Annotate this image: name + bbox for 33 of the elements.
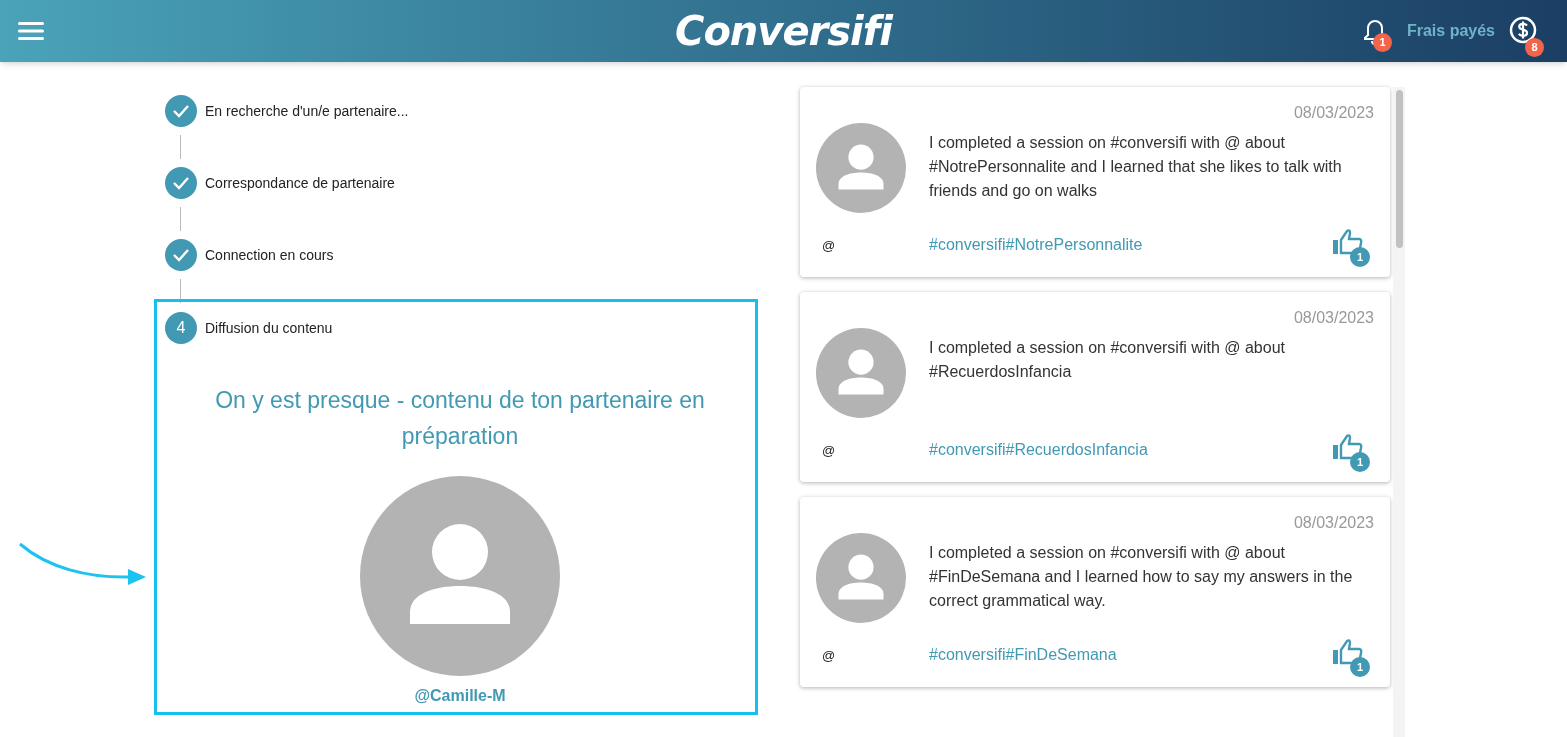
scrollbar-thumb[interactable]	[1395, 90, 1403, 248]
post-date: 08/03/2023	[1293, 103, 1374, 123]
avatar-icon	[360, 476, 560, 676]
step-label: Correspondance de partenaire	[205, 173, 395, 193]
notification-badge: 1	[1372, 33, 1392, 52]
like-count: 1	[1350, 247, 1370, 267]
step-number: 4	[165, 312, 197, 344]
hashtag-link[interactable]: #conversifi#FinDeSemana	[929, 643, 1330, 667]
partner-username[interactable]: @Camille-M	[414, 687, 506, 704]
post-text: I completed a session on #conversifi with @ about #NotrePersonnalite and I learned that she likes to talk with friends and go on walks	[929, 133, 1343, 201]
fees-link[interactable]: Frais payés	[1406, 19, 1495, 43]
step-label: Connection en cours	[205, 245, 334, 265]
post-text: I completed a session on #conversifi with @ about #FinDeSemana and I learned how to say my answers in the correct grammatical way.	[929, 543, 1354, 611]
avatar-icon	[816, 123, 906, 213]
avatar-icon	[816, 328, 906, 418]
post-date: 08/03/2023	[1293, 308, 1374, 328]
fees-badge: 8	[1525, 38, 1544, 57]
dollar-icon[interactable]	[1509, 16, 1537, 44]
post-text: I completed a session on #conversifi with @ about #RecuerdosInfancia	[929, 338, 1286, 382]
post-username[interactable]: @	[822, 443, 836, 458]
post-username[interactable]: @	[822, 648, 836, 663]
like-count: 1	[1350, 452, 1370, 472]
menu-icon[interactable]	[18, 21, 44, 41]
avatar-icon	[816, 533, 906, 623]
post-username[interactable]: @	[822, 238, 836, 253]
step-label: En recherche d'un/e partenaire...	[205, 101, 409, 121]
step-label: Diffusion du contenu	[205, 318, 333, 338]
like-count: 1	[1350, 657, 1370, 677]
post-date: 08/03/2023	[1293, 513, 1374, 533]
logo: Conversifi	[675, 7, 892, 56]
hashtag-link[interactable]: #conversifi#RecuerdosInfancia	[929, 438, 1330, 462]
hashtag-link[interactable]: #conversifi#NotrePersonnalite	[929, 233, 1330, 257]
status-message: On y est presque - contenu de ton partenaire en préparation	[214, 386, 706, 451]
